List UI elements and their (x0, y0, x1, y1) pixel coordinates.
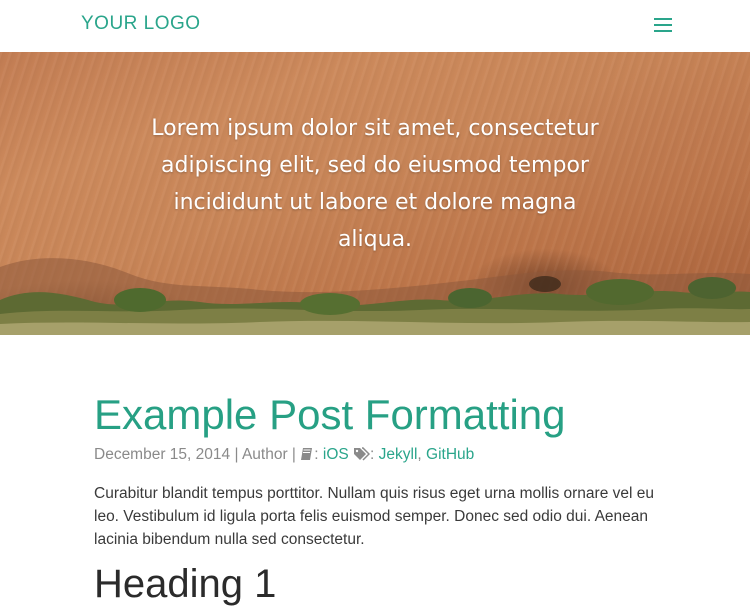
post-author: Author (241, 446, 288, 463)
category-link-ios[interactable]: iOS (323, 446, 349, 463)
post-date: December 15, 2014 (94, 446, 231, 463)
tag-link-github[interactable]: GitHub (426, 446, 474, 463)
post-title[interactable]: Example Post Formatting (94, 390, 566, 440)
post-body-paragraph: Curabitur blandit tempus porttitor. Null… (94, 485, 654, 548)
post-meta: December 15, 2014 | Author | : iOS : Jek… (94, 445, 474, 465)
meta-separator: | (287, 446, 301, 463)
site-logo[interactable]: YOUR LOGO (81, 13, 201, 35)
hero-banner: Lorem ipsum dolor sit amet, consectetur … (0, 52, 750, 335)
content-heading-1: Heading 1 (94, 562, 277, 606)
hero-tagline: Lorem ipsum dolor sit amet, consectetur … (151, 116, 599, 252)
tags-icon (354, 447, 371, 461)
hamburger-menu-icon[interactable] (653, 17, 673, 33)
site-header: YOUR LOGO (0, 0, 750, 52)
meta-separator: | (230, 446, 242, 463)
category-colon: : (314, 446, 323, 463)
tag-link-jekyll[interactable]: Jekyll (379, 446, 418, 463)
tag-comma: , (417, 446, 427, 463)
tags-colon: : (370, 446, 379, 463)
book-icon (301, 448, 313, 460)
